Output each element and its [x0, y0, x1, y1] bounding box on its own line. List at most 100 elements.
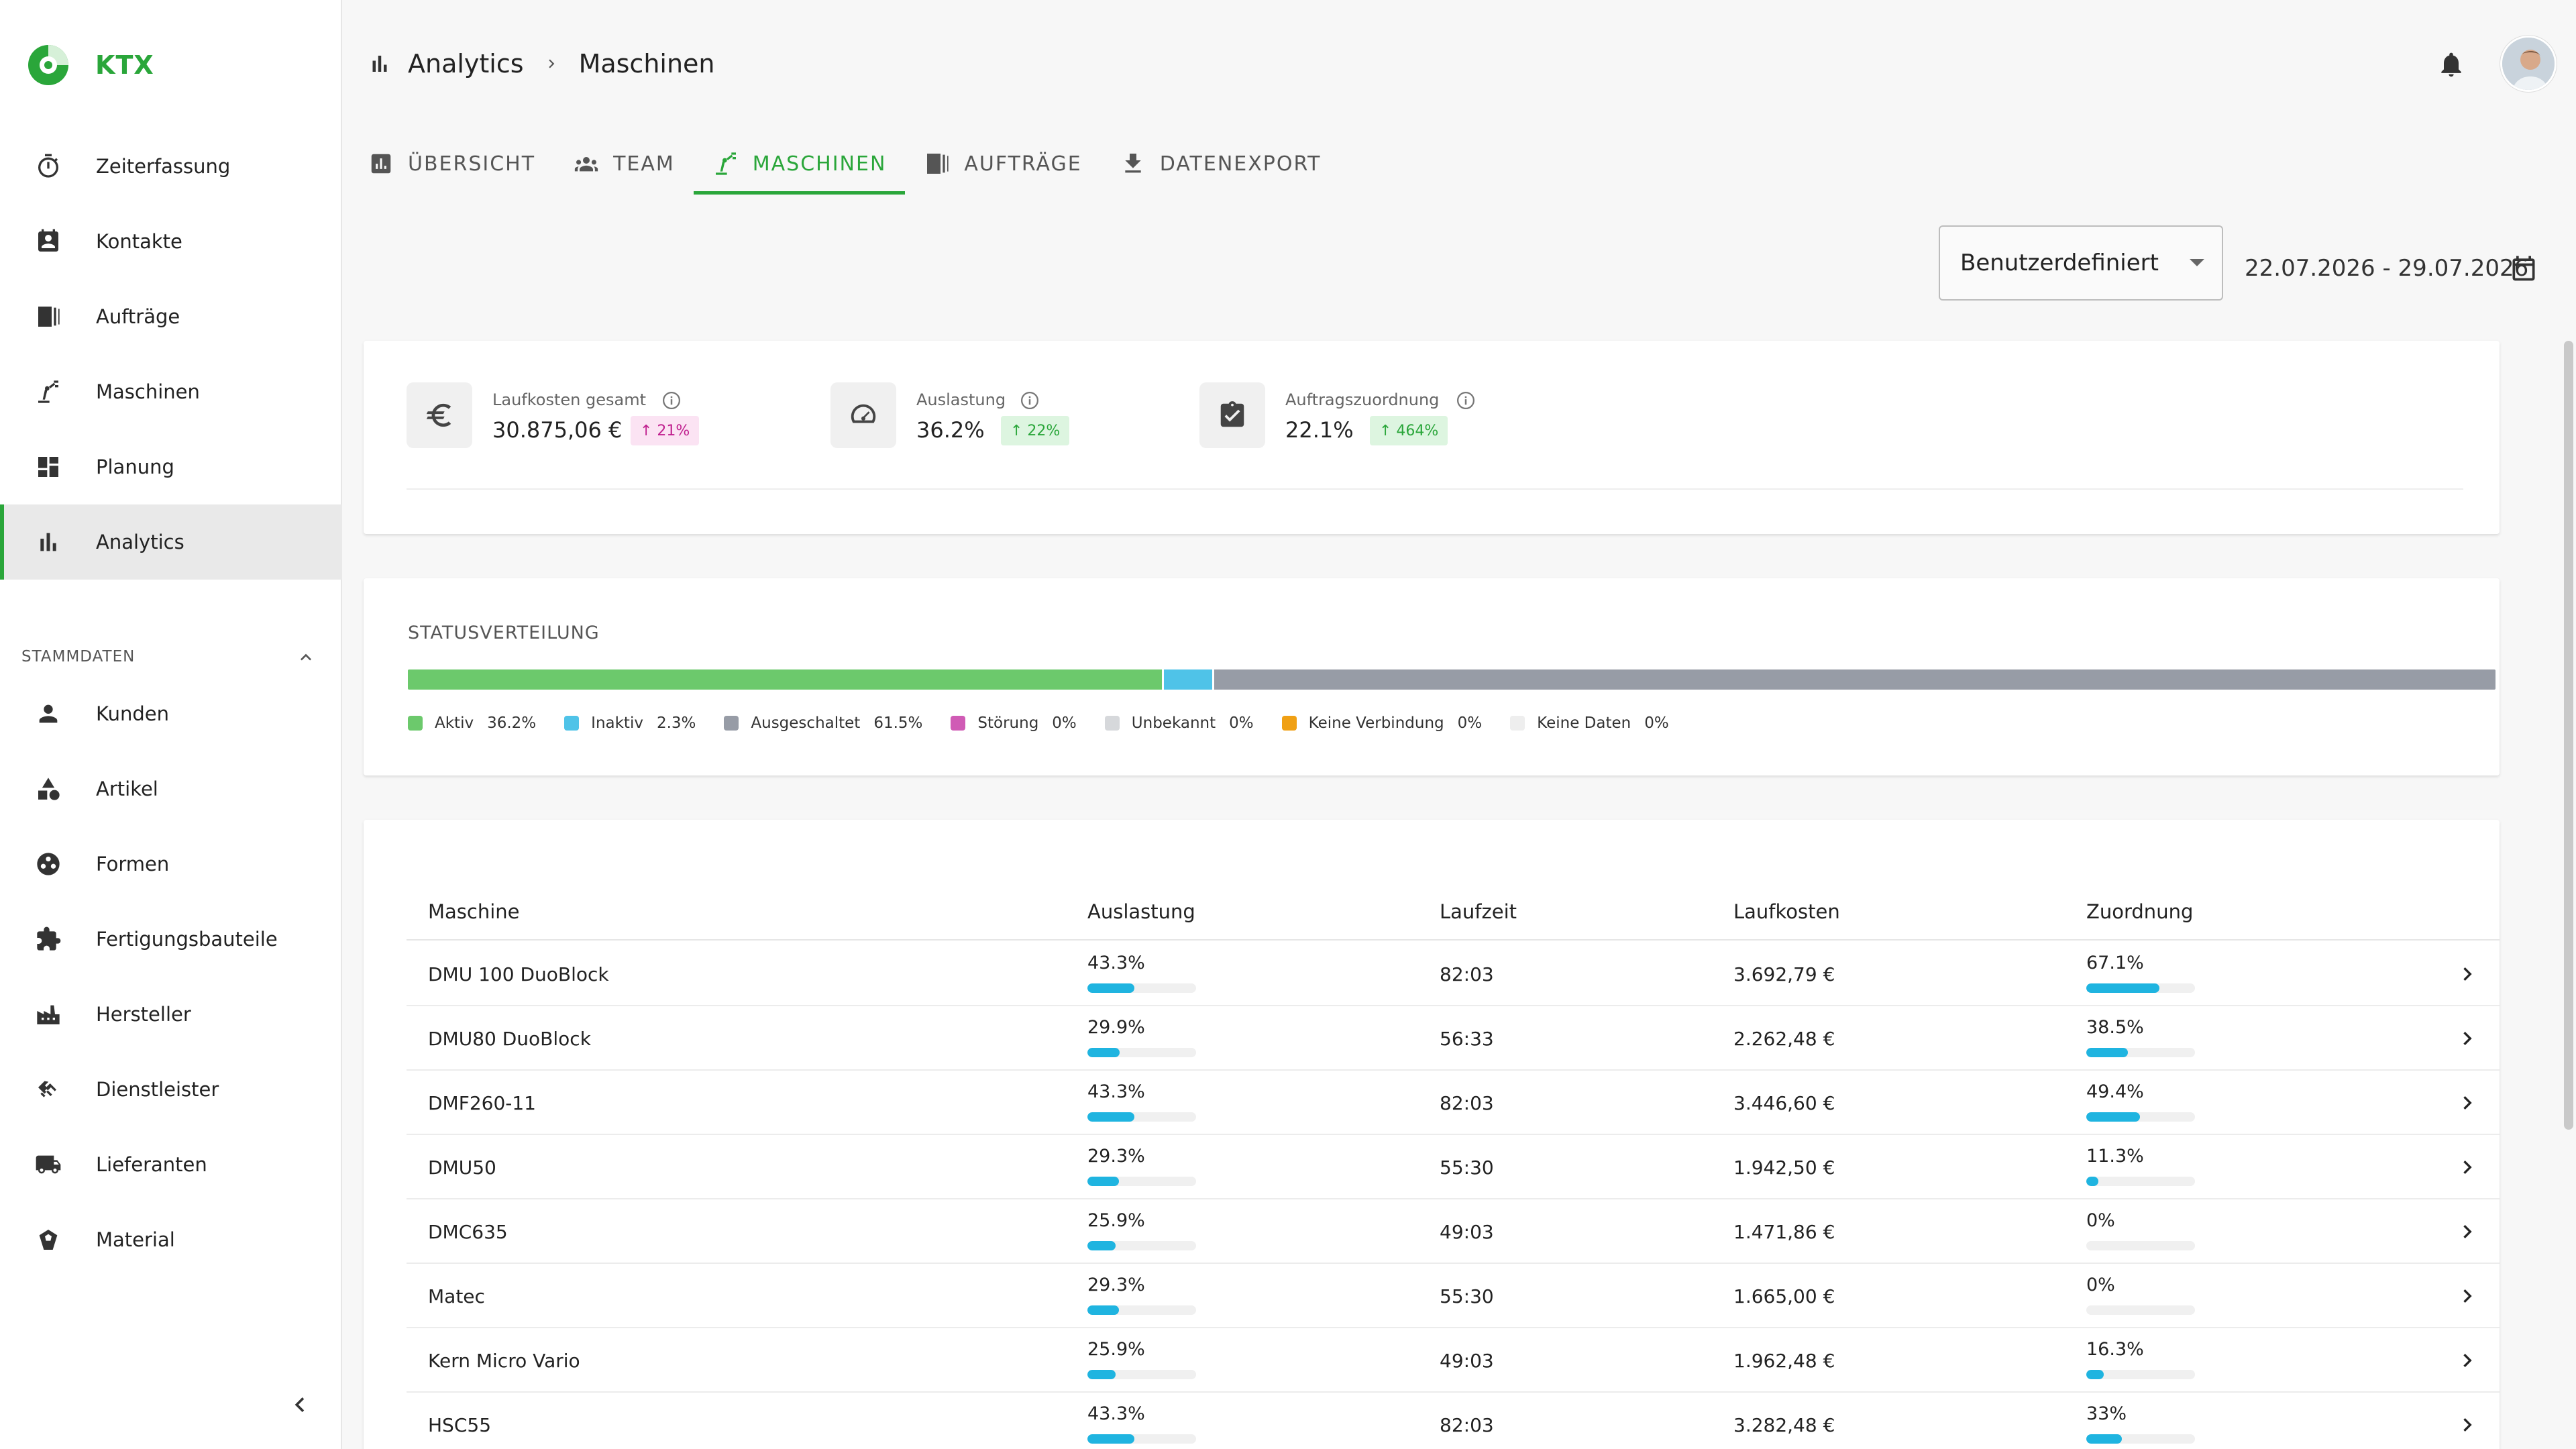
utilization-value: 29.3% — [1087, 1146, 1145, 1167]
chevron-up-icon[interactable] — [295, 647, 317, 668]
cost-value: 1.962,48 € — [1733, 1350, 1835, 1372]
legend-swatch — [1104, 716, 1120, 731]
legend-item[interactable]: Unbekannt 0% — [1104, 714, 1254, 732]
table-row[interactable]: DMC635 25.9% 49:03 1.471,86 € 0% — [407, 1199, 2500, 1264]
legend-item[interactable]: Keine Verbindung 0% — [1281, 714, 1482, 732]
sidebar-item-formen[interactable]: Formen — [0, 826, 342, 902]
sidebar-item-label: Fertigungsbauteile — [96, 928, 278, 951]
tab-auftraege[interactable]: AUFTRÄGE — [905, 133, 1100, 195]
brand-name: KTX — [95, 50, 154, 80]
status-segment-inaktiv[interactable] — [1164, 669, 1212, 690]
chevron-right-icon — [543, 55, 560, 72]
sidebar-item-dienstleister[interactable]: Dienstleister — [0, 1052, 342, 1127]
utilization-bar-fill — [1087, 1370, 1116, 1379]
utilization-value: 43.3% — [1087, 1403, 1145, 1424]
table-row[interactable]: HSC55 43.3% 82:03 3.282,48 € 33% — [407, 1393, 2500, 1449]
column-header-auslastung[interactable]: Auslastung — [1087, 900, 1195, 923]
table-row[interactable]: Matec 29.3% 55:30 1.665,00 € 0% — [407, 1264, 2500, 1328]
column-header-laufzeit[interactable]: Laufzeit — [1440, 900, 1517, 923]
status-segment-aktiv[interactable] — [408, 669, 1163, 690]
legend-item[interactable]: Störung 0% — [951, 714, 1077, 732]
table-row[interactable]: DMU50 29.3% 55:30 1.942,50 € 11.3% — [407, 1135, 2500, 1199]
status-segment-ausgeschaltet[interactable] — [1214, 669, 2496, 690]
kpi-label: Auslastung — [916, 390, 1006, 409]
chevron-right-icon[interactable] — [2454, 1025, 2481, 1052]
brand[interactable]: KTX — [25, 42, 154, 89]
sidebar-item-planung[interactable]: Planung — [0, 429, 342, 504]
column-header-maschine[interactable]: Maschine — [428, 900, 520, 923]
assignment-bar-fill — [2086, 1434, 2123, 1444]
table-row[interactable]: DMU 100 DuoBlock 43.3% 82:03 3.692,79 € 67.1… — [407, 942, 2500, 1006]
chevron-right-icon[interactable] — [2454, 1089, 2481, 1116]
section-stammdaten[interactable]: STAMMDATEN — [0, 637, 342, 678]
status-bar — [408, 669, 2496, 690]
sidebar-item-label: Hersteller — [96, 1003, 191, 1026]
sidebar-item-analytics[interactable]: Analytics — [0, 504, 342, 580]
chevron-right-icon[interactable] — [2454, 1218, 2481, 1245]
info-icon[interactable] — [661, 390, 682, 411]
table-row[interactable]: DMU80 DuoBlock 29.9% 56:33 2.262,48 € 38.5% — [407, 1006, 2500, 1071]
bell-icon[interactable] — [2436, 50, 2466, 79]
runtime-value: 56:33 — [1440, 1028, 1494, 1050]
date-range-text[interactable]: 22.07.2026 - 29.07.2026 — [2245, 255, 2528, 282]
tab-label: AUFTRÄGE — [964, 152, 1082, 176]
assignment-bar — [2086, 1048, 2195, 1057]
collapse-sidebar-button[interactable] — [285, 1390, 315, 1419]
sidebar-item-material[interactable]: Material — [0, 1202, 342, 1277]
legend-value: 0% — [1644, 714, 1669, 732]
kpi-change-badge: ↑ 22% — [1001, 416, 1070, 445]
info-icon[interactable] — [1020, 390, 1040, 411]
truck-icon — [34, 1150, 63, 1179]
sidebar-item-fertigungsbauteile[interactable]: Fertigungsbauteile — [0, 902, 342, 977]
legend-value: 2.3% — [656, 714, 696, 732]
speedometer-icon — [830, 382, 896, 448]
sidebar-item-kunden[interactable]: Kunden — [0, 676, 342, 751]
column-header-laufkosten[interactable]: Laufkosten — [1733, 900, 1840, 923]
assignment-bar — [2086, 1305, 2195, 1315]
page-scrollbar[interactable] — [2564, 341, 2573, 1130]
sidebar-item-hersteller[interactable]: Hersteller — [0, 977, 342, 1052]
euro-icon — [407, 382, 472, 448]
breadcrumb-section[interactable]: Analytics — [408, 49, 524, 78]
bar-chart-icon — [368, 52, 392, 76]
legend-item[interactable]: Ausgeschaltet 61.5% — [724, 714, 922, 732]
legend-item[interactable]: Aktiv 36.2% — [408, 714, 536, 732]
tab-label: DATENEXPORT — [1159, 152, 1322, 176]
team-icon — [573, 150, 600, 177]
sidebar-item-maschinen[interactable]: Maschinen — [0, 354, 342, 429]
machine-name: DMC635 — [428, 1221, 508, 1243]
sidebar-item-lieferanten[interactable]: Lieferanten — [0, 1127, 342, 1202]
tab-maschinen[interactable]: MASCHINEN — [693, 133, 906, 195]
chevron-right-icon[interactable] — [2454, 1283, 2481, 1309]
chevron-right-icon[interactable] — [2454, 961, 2481, 987]
avatar[interactable] — [2500, 36, 2557, 92]
sidebar-item-zeiterfassung[interactable]: Zeiterfassung — [0, 129, 342, 204]
sidebar-item-label: Planung — [96, 455, 174, 478]
legend-item[interactable]: Inaktiv 2.3% — [564, 714, 696, 732]
sidebar-item-kontakte[interactable]: Kontakte — [0, 204, 342, 279]
runtime-value: 82:03 — [1440, 963, 1494, 985]
chevron-right-icon[interactable] — [2454, 1154, 2481, 1181]
table-row[interactable]: Kern Micro Vario 25.9% 49:03 1.962,48 € 16.3… — [407, 1328, 2500, 1393]
sidebar-item-auftraege[interactable]: Aufträge — [0, 279, 342, 354]
machine-name: HSC55 — [428, 1414, 492, 1436]
legend-item[interactable]: Keine Daten 0% — [1510, 714, 1669, 732]
column-header-zuordnung[interactable]: Zuordnung — [2086, 900, 2193, 923]
tab-team[interactable]: TEAM — [554, 133, 694, 195]
assignment-value: 49.4% — [2086, 1081, 2144, 1102]
legend-swatch — [408, 716, 423, 731]
calendar-icon[interactable] — [2509, 254, 2538, 283]
info-icon[interactable] — [1456, 390, 1476, 411]
tab-datenexport[interactable]: DATENEXPORT — [1101, 133, 1340, 195]
legend-label: Ausgeschaltet — [751, 714, 861, 732]
chevron-right-icon[interactable] — [2454, 1411, 2481, 1438]
tab-uebersicht[interactable]: ÜBERSICHT — [349, 133, 554, 195]
table-row[interactable]: DMF260-11 43.3% 82:03 3.446,60 € 49.4% — [407, 1071, 2500, 1135]
assignment-bar — [2086, 1112, 2195, 1122]
period-select[interactable]: Benutzerdefiniert — [1939, 225, 2223, 301]
assignment-bar-fill — [2086, 1048, 2129, 1057]
main-nav: Zeiterfassung Kontakte Aufträge Maschine… — [0, 129, 342, 580]
utilization-bar-fill — [1087, 983, 1135, 993]
sidebar-item-artikel[interactable]: Artikel — [0, 751, 342, 826]
chevron-right-icon[interactable] — [2454, 1347, 2481, 1374]
